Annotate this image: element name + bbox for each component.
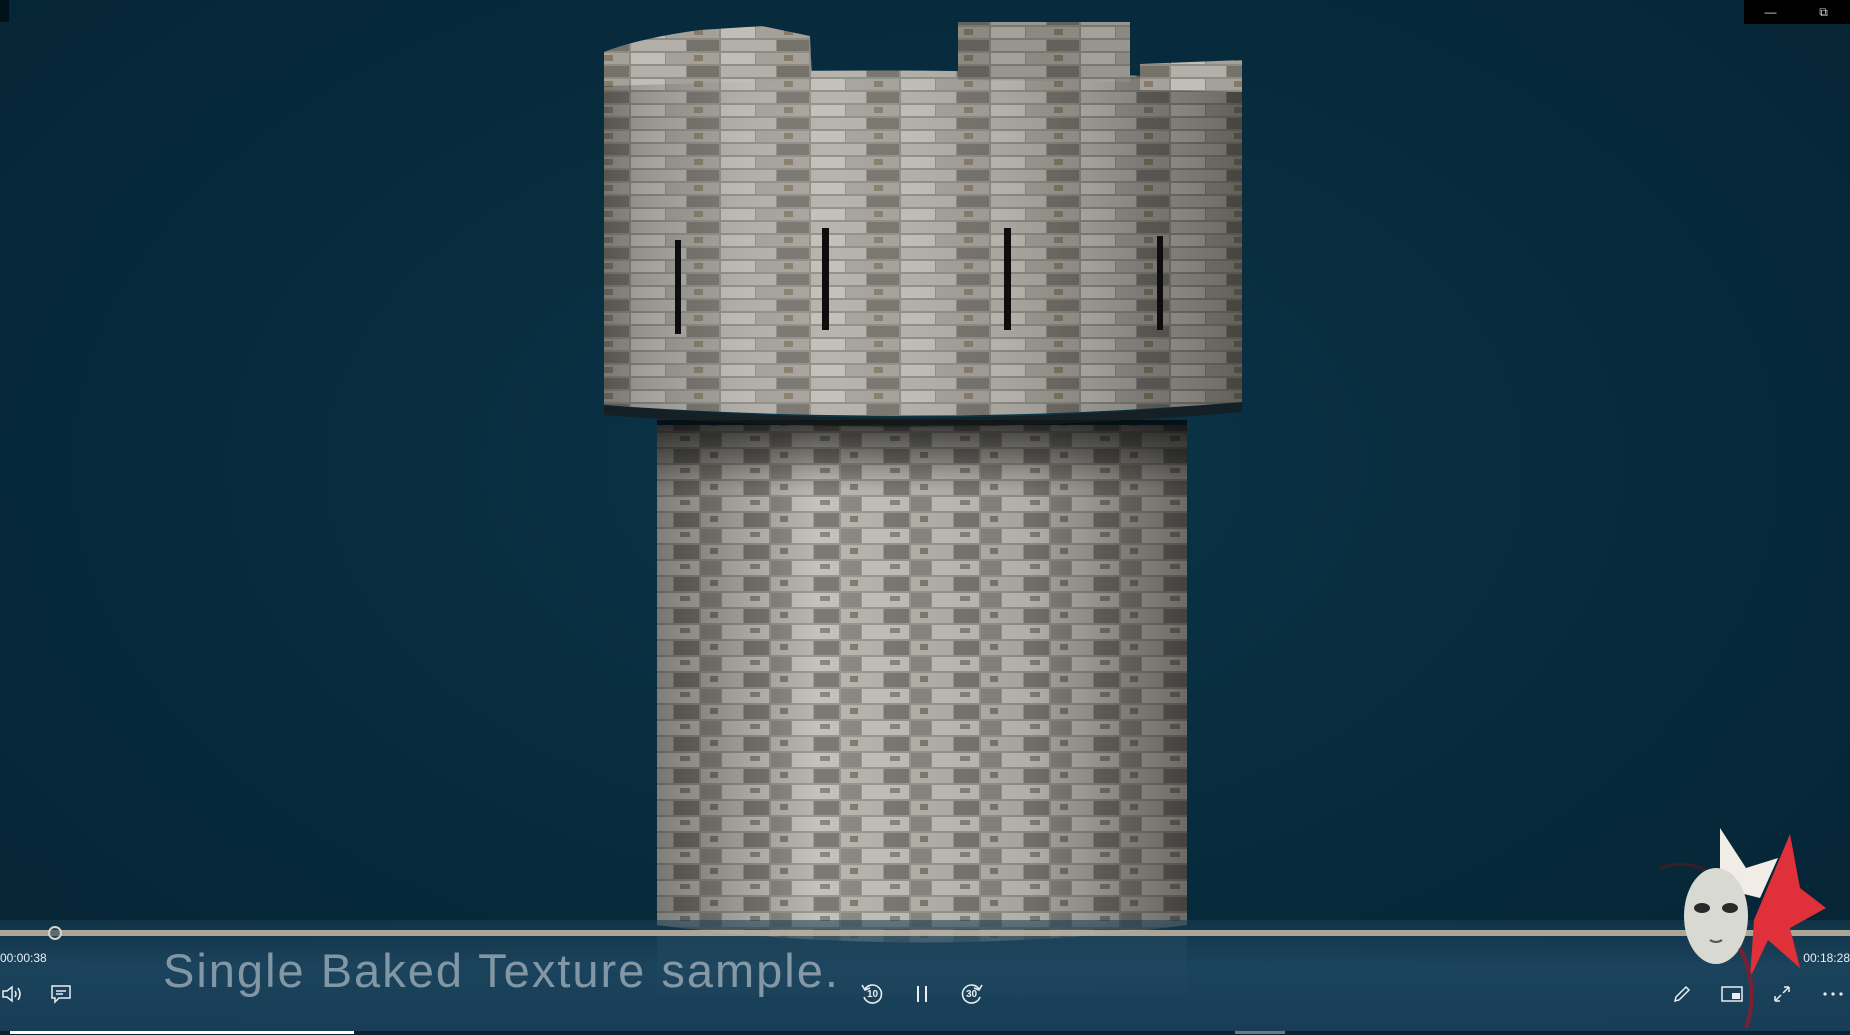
- window-caption-buttons: — ⧉: [1744, 0, 1850, 24]
- volume-button[interactable]: [0, 982, 26, 1006]
- volume-icon: [2, 985, 21, 1003]
- skip-forward-seconds: 30: [966, 989, 978, 1000]
- pause-icon: [917, 986, 927, 1002]
- video-frame-tower: [604, 22, 1242, 995]
- captions-button[interactable]: [48, 982, 74, 1006]
- window-corner: [0, 0, 9, 22]
- restore-button[interactable]: ⧉: [1797, 0, 1850, 24]
- skip-back-seconds: 10: [867, 989, 879, 1000]
- minimize-button[interactable]: —: [1744, 0, 1797, 24]
- skip-forward-button[interactable]: 30: [958, 980, 986, 1008]
- pause-button[interactable]: [910, 982, 934, 1006]
- bottom-progress-indicator: [10, 1031, 354, 1034]
- seek-handle[interactable]: [48, 926, 62, 940]
- subtitle-caption: Single Baked Texture sample.: [163, 944, 840, 997]
- bottom-marker: [1235, 1031, 1285, 1034]
- skip-back-button[interactable]: 10: [858, 980, 886, 1008]
- time-elapsed: 00:00:38: [0, 951, 47, 965]
- mask-logo: [1659, 828, 1826, 1029]
- seek-bar[interactable]: [0, 930, 1850, 936]
- captions-icon: [51, 985, 71, 1004]
